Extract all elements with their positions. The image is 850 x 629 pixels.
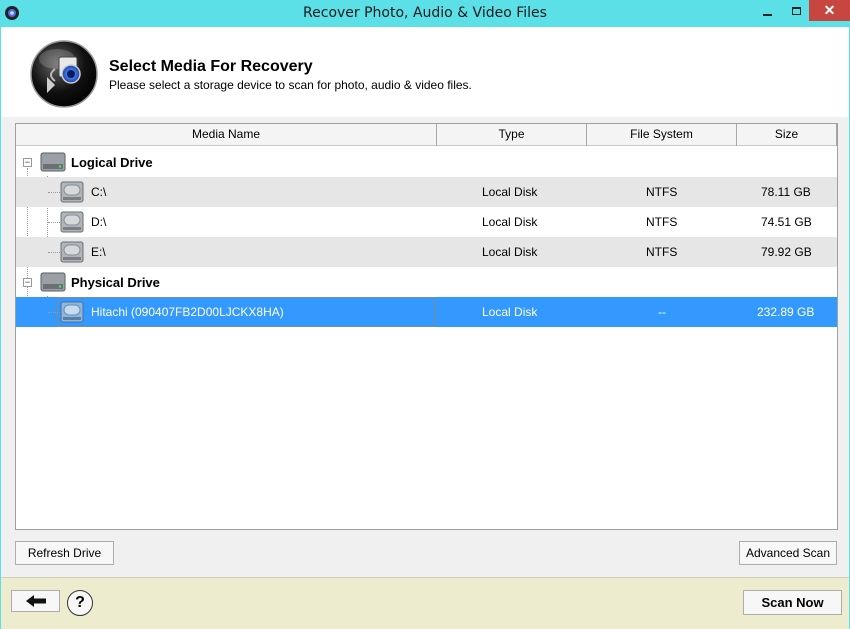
- collapse-toggle[interactable]: −: [23, 278, 32, 287]
- drive-name: E:\: [91, 245, 106, 259]
- drive-type: Local Disk: [482, 305, 538, 319]
- minimize-icon: [762, 13, 772, 16]
- main-area: Media Name Type File System Size − Logic…: [1, 117, 849, 577]
- window-title: Recover Photo, Audio & Video Files: [303, 5, 547, 21]
- maximize-button[interactable]: [783, 0, 809, 21]
- footer-bar: ? Scan Now: [1, 577, 849, 629]
- scan-now-button[interactable]: Scan Now: [743, 590, 842, 615]
- table-row[interactable]: C:\ Local Disk NTFS 78.11 GB: [16, 177, 837, 207]
- minimize-button[interactable]: [751, 0, 783, 21]
- help-icon[interactable]: ?: [67, 590, 93, 616]
- drive-file-system: NTFS: [646, 245, 678, 259]
- recovery-logo-icon: [30, 40, 98, 108]
- close-icon: ✕: [823, 2, 836, 18]
- drive-type: Local Disk: [482, 245, 538, 259]
- drive-type: Local Disk: [482, 215, 538, 229]
- table-row[interactable]: D:\ Local Disk NTFS 74.51 GB: [16, 207, 837, 237]
- hard-drive-icon: [60, 241, 84, 263]
- column-type[interactable]: Type: [437, 124, 587, 146]
- maximize-icon: [791, 6, 801, 15]
- drive-size: 232.89 GB: [757, 305, 815, 319]
- column-header: Media Name Type File System Size: [16, 124, 837, 146]
- advanced-scan-button[interactable]: Advanced Scan: [739, 541, 837, 565]
- drive-type: Local Disk: [482, 185, 538, 199]
- drive-name: C:\: [91, 185, 107, 199]
- hard-drive-icon: [60, 301, 84, 323]
- group-row-logical[interactable]: − Logical Drive: [16, 147, 837, 177]
- back-arrow-icon: [25, 595, 46, 607]
- collapse-toggle[interactable]: −: [23, 158, 32, 167]
- column-file-system[interactable]: File System: [587, 124, 737, 146]
- column-size[interactable]: Size: [737, 124, 837, 146]
- drive-name: Hitachi (090407FB2D00LJCKX8HA): [91, 305, 284, 319]
- hard-drive-icon: [60, 181, 84, 203]
- drive-name: D:\: [91, 215, 107, 229]
- app-frame: Select Media For Recovery Please select …: [0, 27, 850, 629]
- hard-drive-icon: [60, 211, 84, 233]
- hard-drive-icon: [40, 272, 66, 292]
- refresh-drive-button[interactable]: Refresh Drive: [15, 541, 114, 565]
- drive-size: 78.11 GB: [761, 185, 811, 199]
- header: Select Media For Recovery Please select …: [1, 27, 849, 117]
- group-label: Logical Drive: [71, 155, 153, 170]
- drive-file-system: --: [658, 305, 666, 319]
- drive-size: 74.51 GB: [761, 215, 812, 229]
- page-title: Select Media For Recovery: [109, 58, 313, 75]
- table-row-selected[interactable]: Hitachi (090407FB2D00LJCKX8HA) Local Dis…: [16, 297, 837, 327]
- group-label: Physical Drive: [71, 275, 160, 290]
- drive-size: 79.92 GB: [761, 245, 812, 259]
- group-row-physical[interactable]: − Physical Drive: [16, 267, 837, 297]
- table-row[interactable]: E:\ Local Disk NTFS 79.92 GB: [16, 237, 837, 267]
- hard-drive-icon: [40, 152, 66, 172]
- close-button[interactable]: ✕: [809, 0, 850, 21]
- drive-file-system: NTFS: [646, 215, 678, 229]
- drive-file-system: NTFS: [646, 185, 678, 199]
- column-media-name[interactable]: Media Name: [16, 124, 437, 146]
- back-button[interactable]: [11, 590, 60, 612]
- page-subtitle: Please select a storage device to scan f…: [109, 78, 472, 92]
- title-bar: Recover Photo, Audio & Video Files ✕: [0, 0, 850, 27]
- media-list[interactable]: Media Name Type File System Size − Logic…: [15, 123, 838, 530]
